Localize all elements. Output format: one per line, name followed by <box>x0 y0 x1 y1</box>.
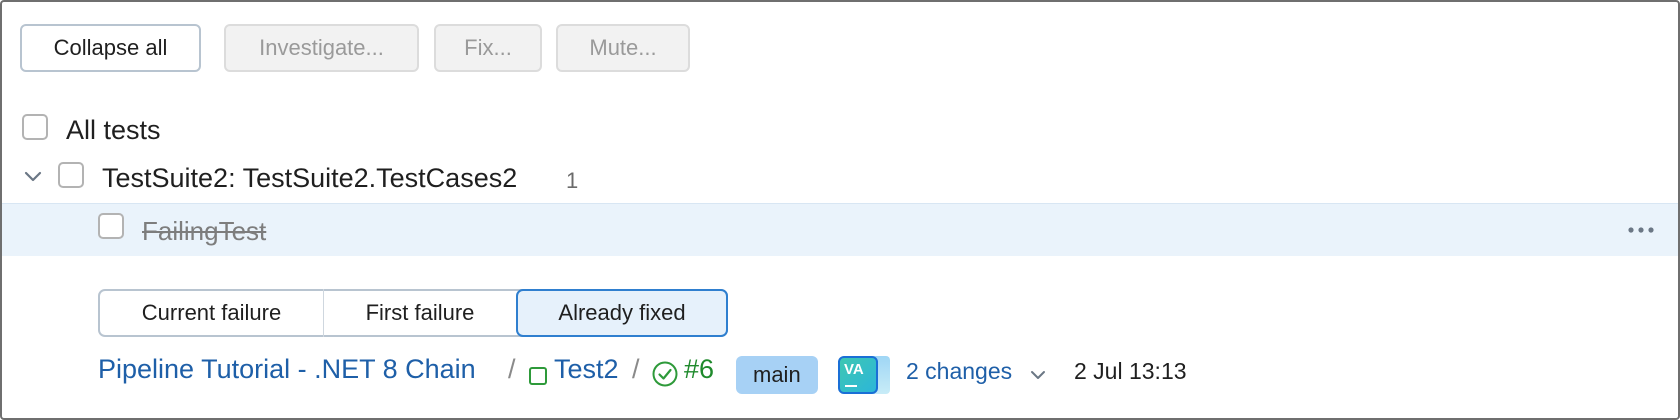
test-name[interactable]: FailingTest <box>142 216 266 247</box>
committer-avatars[interactable]: VA <box>838 356 900 394</box>
branch-badge[interactable]: main <box>736 356 818 394</box>
more-horizontal-icon[interactable] <box>1626 221 1656 239</box>
test-details-panel: Collapse all Investigate... Fix... Mute.… <box>0 0 1680 420</box>
project-link[interactable]: Pipeline Tutorial - .NET 8 Chain <box>98 354 476 385</box>
suite-checkbox[interactable] <box>58 162 84 188</box>
mute-button[interactable]: Mute... <box>556 24 690 72</box>
avatar-initials: VA <box>844 361 864 378</box>
chevron-down-icon[interactable] <box>24 170 42 184</box>
breadcrumb-separator: / <box>508 354 516 384</box>
tab-already-fixed[interactable]: Already fixed <box>516 289 728 337</box>
investigate-button[interactable]: Investigate... <box>224 24 419 72</box>
chevron-down-icon[interactable] <box>1030 370 1046 382</box>
config-link[interactable]: Test2 <box>554 354 619 385</box>
fix-button[interactable]: Fix... <box>434 24 542 72</box>
tab-first-failure[interactable]: First failure <box>324 289 516 337</box>
breadcrumb-separator: / <box>632 354 640 384</box>
suite-label[interactable]: TestSuite2: TestSuite2.TestCases2 <box>102 163 517 194</box>
check-circle-icon <box>652 361 678 387</box>
build-date: 2 Jul 13:13 <box>1074 358 1187 384</box>
all-tests-checkbox[interactable] <box>22 114 48 140</box>
suite-test-count: 1 <box>566 168 579 193</box>
square-outline-icon <box>529 367 547 385</box>
avatar: VA <box>838 356 878 394</box>
build-number-link[interactable]: #6 <box>684 354 714 385</box>
test-checkbox[interactable] <box>98 213 124 239</box>
changes-link[interactable]: 2 changes <box>906 358 1012 385</box>
tab-current-failure[interactable]: Current failure <box>100 289 324 337</box>
collapse-all-button[interactable]: Collapse all <box>20 24 201 72</box>
all-tests-label: All tests <box>66 115 161 145</box>
failure-tabs: Current failure First failure Already fi… <box>98 289 728 337</box>
